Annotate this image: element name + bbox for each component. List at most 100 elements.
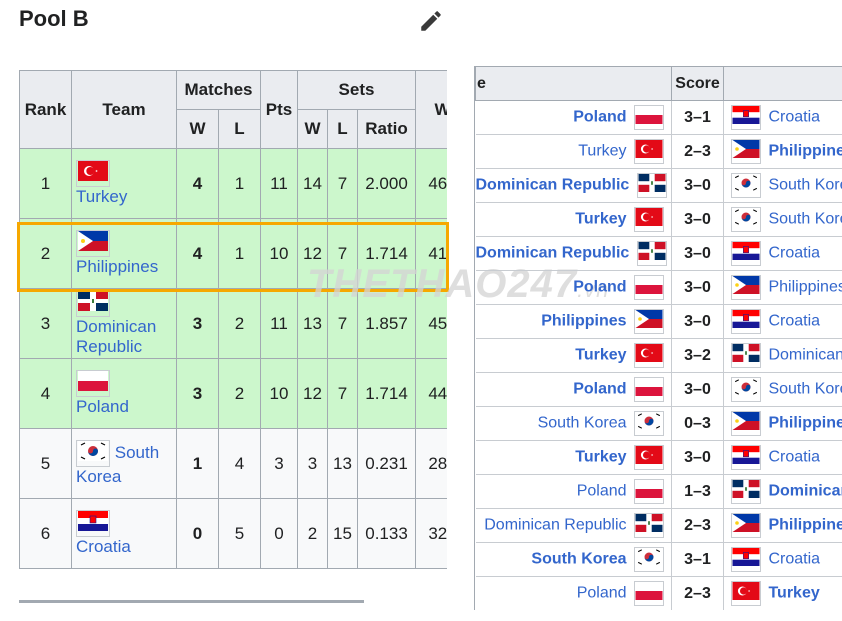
header-sets: Sets <box>296 70 417 110</box>
score-cell: 2–3 <box>671 134 724 169</box>
home-team-link[interactable]: Dominican Republic <box>484 517 626 534</box>
flag-south-korea-icon <box>76 440 110 467</box>
match-row: Turkey 3–2 Dominican Republic <box>475 338 842 373</box>
home-team-link[interactable]: Poland <box>573 381 626 398</box>
home-team-link[interactable]: Poland <box>573 279 626 296</box>
home-team-link[interactable]: South Korea <box>538 415 627 432</box>
flag-croatia-icon <box>731 309 761 334</box>
away-team-link[interactable]: Croatia <box>768 109 820 126</box>
away-team-link[interactable]: Dominican Republic <box>768 483 842 500</box>
away-team-link[interactable]: Philippines <box>768 517 842 534</box>
away-team-link[interactable]: Philippines <box>768 143 842 160</box>
pts-cell: 3 <box>260 428 298 499</box>
score-cell: 3–0 <box>671 236 724 271</box>
away-team-cell: Philippines <box>723 406 842 441</box>
home-team-cell: Dominican Republic <box>475 168 672 203</box>
team-cell: Poland <box>71 358 177 429</box>
pts-cell: 11 <box>260 148 298 219</box>
away-team-cell: Philippines <box>723 508 842 543</box>
team-link[interactable]: South <box>115 443 159 462</box>
away-team-link[interactable]: Croatia <box>768 245 820 262</box>
points-w-cell: 283 <box>415 428 447 499</box>
score-cell: 2–3 <box>671 508 724 543</box>
flag-turkey-icon <box>634 139 664 164</box>
home-team-link[interactable]: Poland <box>573 109 626 126</box>
away-team-link[interactable]: Philippines <box>768 415 842 432</box>
home-team-cell: Turkey <box>475 134 672 169</box>
header-sets-ratio: Ratio <box>356 109 417 149</box>
match-row: Dominican Republic 3–0 South Korea <box>475 168 842 203</box>
standings-table-container[interactable]: Rank Team Matches Pts Sets W W L W L Rat… <box>19 70 447 602</box>
flag-poland-icon <box>634 275 664 300</box>
rank-cell: 6 <box>19 498 72 569</box>
home-team-link[interactable]: Dominican Republic <box>476 177 630 194</box>
horizontal-scrollbar[interactable] <box>19 600 364 603</box>
team-link[interactable]: Turkey <box>76 187 127 206</box>
away-team-cell: South Korea <box>723 202 842 237</box>
flag-croatia-icon <box>76 510 110 537</box>
home-team-link[interactable]: Poland <box>577 585 627 602</box>
home-team-link[interactable]: Turkey <box>575 211 626 228</box>
away-team-link[interactable]: South Korea <box>768 177 842 194</box>
home-team-link[interactable]: Turkey <box>575 347 626 364</box>
pencil-edit-icon[interactable] <box>418 8 444 34</box>
home-team-cell: Poland <box>475 270 672 305</box>
header-team: Team <box>71 70 177 149</box>
results-body: Poland 3–1 Croatia Turkey 2–3 Philippine… <box>475 100 842 610</box>
team-link[interactable]: Poland <box>76 397 129 416</box>
team-link[interactable]: Croatia <box>76 537 131 556</box>
match-row: Turkey 3–0 South Korea <box>475 202 842 237</box>
flag-poland-icon <box>634 581 664 606</box>
points-w-cell: 441 <box>415 358 447 429</box>
team-cell: Croatia <box>71 498 177 569</box>
home-team-link[interactable]: Philippines <box>541 313 626 330</box>
home-team-link[interactable]: Poland <box>577 483 627 500</box>
home-team-cell: Turkey <box>475 440 672 475</box>
rank-cell: 2 <box>19 218 72 289</box>
match-row: Dominican Republic 3–0 Croatia <box>475 236 842 271</box>
away-team-cell: Philippines <box>723 270 842 305</box>
header-sets-w: W <box>297 109 328 149</box>
team-cell: South Korea <box>71 428 177 499</box>
flag-dominican-republic-icon <box>634 513 664 538</box>
away-team-link[interactable]: Philippines <box>768 279 842 296</box>
home-team-link[interactable]: Turkey <box>578 143 626 160</box>
home-team-cell: Poland <box>475 576 672 610</box>
matches-l-cell: 1 <box>218 218 261 289</box>
away-team-link[interactable]: South Korea <box>768 381 842 398</box>
team-link[interactable]: Dominican <box>76 317 156 336</box>
home-team-link[interactable]: Turkey <box>575 449 626 466</box>
away-team-link[interactable]: Croatia <box>768 313 820 330</box>
ratio-cell: 1.714 <box>356 358 417 429</box>
away-team-link[interactable]: Croatia <box>768 449 820 466</box>
flag-south-korea-icon <box>634 547 664 572</box>
away-team-link[interactable]: Dominican Republic <box>768 347 842 364</box>
header-points-w: W <box>415 70 447 149</box>
away-team-link[interactable]: Turkey <box>768 585 819 602</box>
team-link[interactable]: Philippines <box>76 257 158 276</box>
away-team-link[interactable]: Croatia <box>768 551 820 568</box>
home-team-link[interactable]: South Korea <box>531 551 626 568</box>
team-link[interactable]: Republic <box>76 337 142 356</box>
team-link[interactable]: Korea <box>76 467 121 486</box>
home-team-cell: Philippines <box>475 304 672 339</box>
away-team-link[interactable]: South Korea <box>768 211 842 228</box>
home-team-cell: Poland <box>475 372 672 407</box>
home-team-link[interactable]: Dominican Republic <box>476 245 630 262</box>
standings-row: 4 Poland 32101271.714441 <box>19 358 447 429</box>
flag-dominican-republic-icon <box>636 173 667 198</box>
results-table-container[interactable]: e Score Poland 3–1 Croatia Turkey 2–3 Ph… <box>474 66 842 610</box>
flag-dominican-republic-icon <box>731 343 761 368</box>
flag-poland-icon <box>634 105 664 130</box>
match-row: Poland 3–0 Philippines <box>475 270 842 305</box>
score-cell: 3–0 <box>671 440 724 475</box>
flag-croatia-icon <box>731 241 761 266</box>
rank-cell: 1 <box>19 148 72 219</box>
score-cell: 3–0 <box>671 304 724 339</box>
flag-croatia-icon <box>731 445 761 470</box>
page-title: Pool B <box>19 6 89 31</box>
home-team-cell: South Korea <box>475 542 672 577</box>
flag-croatia-icon <box>731 547 761 572</box>
pts-cell: 10 <box>260 358 298 429</box>
flag-philippines-icon <box>731 275 761 300</box>
